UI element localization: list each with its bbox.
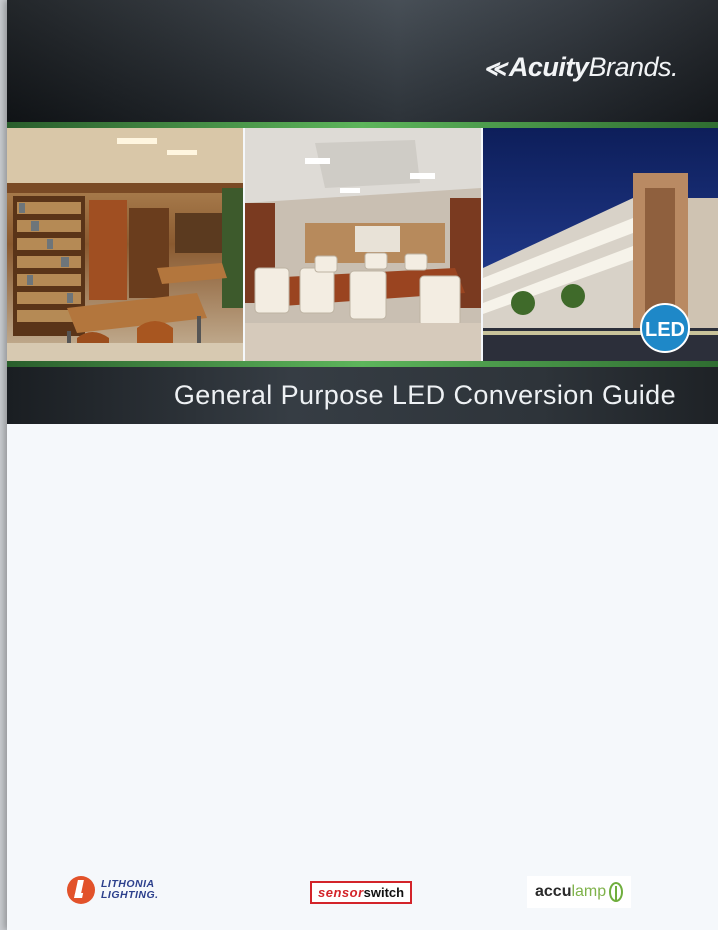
acuity-brands-logo: ≪ AcuityBrands.: [483, 52, 678, 83]
lamp-word: lamp: [571, 883, 607, 900]
accu-word: accu: [535, 883, 572, 900]
parking-garage-photo: LED: [483, 128, 718, 361]
acculamp-logo: accu lamp: [527, 876, 632, 908]
sensorswitch-logo: sensor switch: [310, 881, 413, 904]
swoosh-icon: ≪: [483, 56, 506, 81]
led-badge-text: LED: [645, 319, 685, 341]
sensor-word: sensor: [318, 885, 364, 900]
photo-strip: LED: [7, 128, 718, 361]
lithonia-mark-icon: [67, 876, 95, 904]
leaf-icon: [609, 882, 624, 902]
header-band: ≪ AcuityBrands.: [7, 0, 718, 122]
brand-prefix: Acuity: [508, 52, 589, 82]
switch-word: switch: [363, 885, 405, 900]
classroom-photo: [245, 128, 481, 361]
library-photo: [7, 128, 243, 361]
title-band: General Purpose LED Conversion Guide: [7, 367, 718, 424]
lithonia-lighting-logo: LITHONIA LIGHTING.: [67, 876, 159, 904]
cover-page: ≪ AcuityBrands. LED General Purpose LED …: [7, 0, 718, 930]
brand-suffix: Brands.: [588, 52, 678, 82]
lithonia-wordmark: LITHONIA LIGHTING.: [101, 879, 159, 901]
lithonia-line2: LIGHTING.: [101, 889, 159, 901]
document-title: General Purpose LED Conversion Guide: [173, 380, 676, 410]
